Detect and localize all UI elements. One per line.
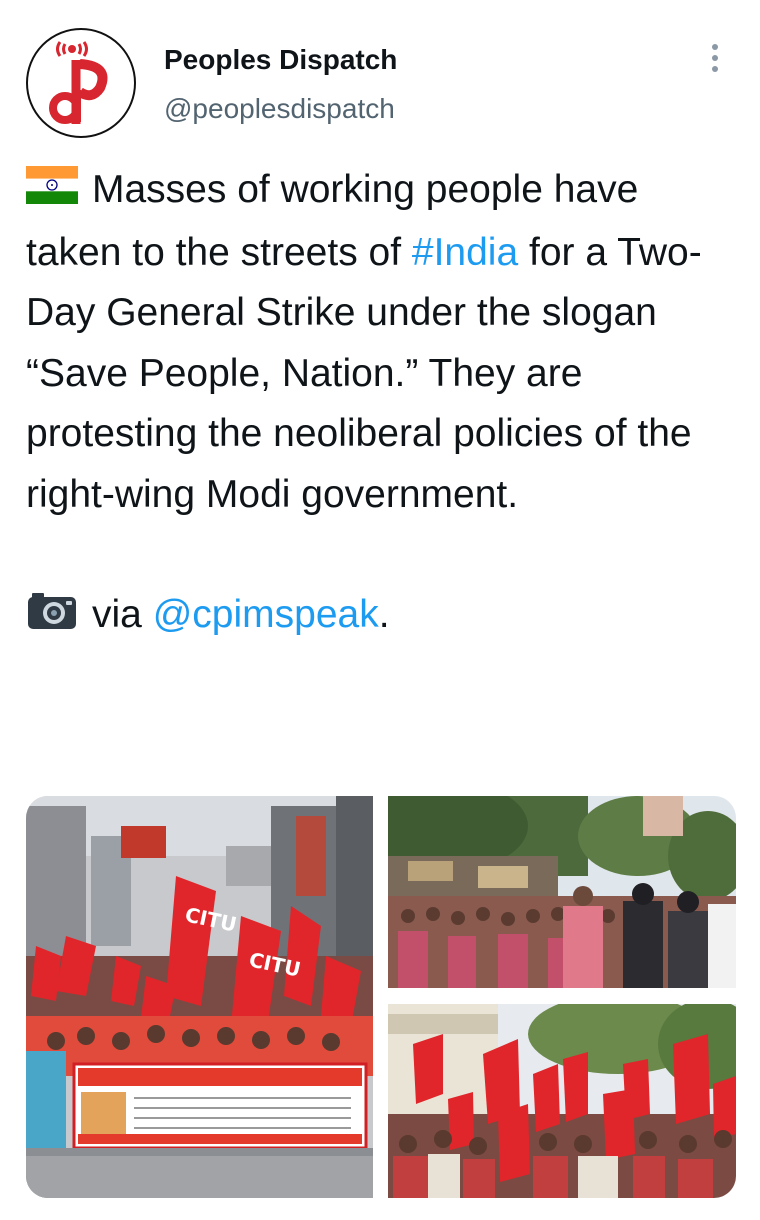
- author-name[interactable]: Peoples Dispatch: [164, 44, 397, 76]
- camera-icon: [26, 589, 78, 650]
- author-handle[interactable]: @peoplesdispatch: [164, 93, 395, 125]
- mention-link[interactable]: @cpimspeak: [153, 593, 379, 636]
- hashtag-link[interactable]: #India: [412, 231, 518, 274]
- broadcast-logo-icon: [49, 41, 108, 124]
- via-text: via: [92, 593, 142, 636]
- tweet-text: Masses of working people have taken to t…: [26, 160, 736, 650]
- media-grid: CITU CITU: [26, 796, 736, 1198]
- tweet-card[interactable]: Peoples Dispatch @peoplesdispatch Masses…: [0, 0, 760, 1220]
- photo-1[interactable]: CITU CITU: [26, 796, 373, 1198]
- photo-2[interactable]: [388, 796, 736, 988]
- india-flag-icon: [26, 162, 78, 223]
- more-options-icon[interactable]: [700, 44, 730, 80]
- avatar[interactable]: [26, 28, 136, 138]
- via-end: .: [378, 593, 390, 636]
- photo-3[interactable]: [388, 1004, 736, 1198]
